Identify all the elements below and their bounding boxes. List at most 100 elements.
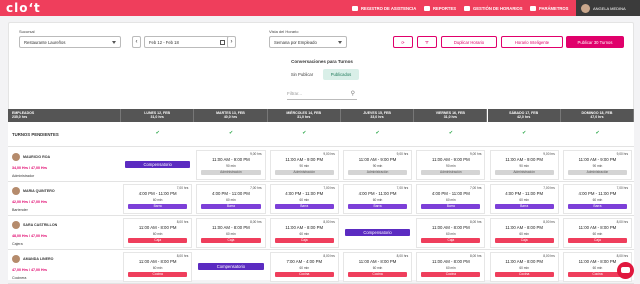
comp-badge[interactable]: Compensatorio xyxy=(198,263,264,270)
day-header[interactable]: LUNES 12, FEB 31,0 hrs xyxy=(121,109,195,122)
chevron-down-icon xyxy=(112,41,116,44)
shift-area-tag: Barra xyxy=(421,204,481,209)
nav-attendance[interactable]: REGISTRO DE ASISTENCIA xyxy=(352,0,416,16)
shift-card[interactable]: 7,00 hrs 4:00 PM - 11:00 PM 60 min Barra xyxy=(269,184,339,214)
chart-icon xyxy=(424,5,430,11)
shift-area-tag: Administración xyxy=(201,170,261,175)
avatar xyxy=(12,221,20,229)
shift-hours: 7,00 hrs xyxy=(176,186,189,190)
app-logo[interactable]: clo‘t xyxy=(6,1,41,15)
shift-area-tag: Caja xyxy=(567,238,628,243)
day-header[interactable]: MARTES 13, FEB 40,0 hrs xyxy=(194,109,268,122)
employee-role: Cocinera xyxy=(12,276,27,280)
shift-card[interactable]: 8,00 hrs 11:00 AM - 8:00 PM 60 min Cocina xyxy=(123,252,193,282)
shift-time: 7:00 AM - 4:00 PM xyxy=(286,259,323,264)
comp-badge[interactable]: Compensatorio xyxy=(344,229,411,236)
day-hours: 42,0 hrs xyxy=(517,115,531,120)
duplicate-schedule-button[interactable]: Duplicar Horario xyxy=(441,36,497,48)
next-week-button[interactable]: › xyxy=(227,36,236,48)
shift-card[interactable]: 8,00 hrs 11:00 AM - 8:00 PM 60 min Caja xyxy=(489,218,559,248)
shift-time: 11:00 AM - 8:00 PM xyxy=(505,225,543,230)
shift-card[interactable]: 8,00 hrs 11:00 AM - 8:00 PM 60 min Caja xyxy=(416,218,486,248)
prev-week-button[interactable]: ‹ xyxy=(132,36,141,48)
shift-hours: 7,00 hrs xyxy=(323,186,335,190)
shift-hours: 8,00 hrs xyxy=(396,254,409,258)
shift-time: 11:00 AM - 9:00 PM xyxy=(578,157,617,162)
refresh-icon: ⟳ xyxy=(401,39,405,45)
shift-break: 60 min xyxy=(372,266,383,270)
shift-card[interactable]: 8,00 hrs 11:00 AM - 8:00 PM 60 min Cocina xyxy=(416,252,486,282)
tab-published[interactable]: Publicados xyxy=(323,69,359,80)
shift-break: 60 min xyxy=(519,232,529,236)
nav-parameters[interactable]: PARÁMETROS xyxy=(530,0,568,16)
shift-hours: 9,00 hrs xyxy=(323,152,335,156)
search-placeholder: Filtrar... xyxy=(287,91,303,96)
day-header[interactable]: JUEVES 15, FEB 33,0 hrs xyxy=(340,109,415,122)
refresh-button[interactable]: ⟳ xyxy=(393,36,413,48)
shift-area-tag: Administración xyxy=(421,170,481,175)
employee-row: SARA CASTRILLON 48,00 Hrs / 47,00 Hrs Caje… xyxy=(8,216,634,250)
publish-shifts-button[interactable]: Publicar 30 Turnos xyxy=(566,36,624,48)
employee-info[interactable]: MAURICIO ROA 34,00 Hrs / 47,00 Hrs Adminis… xyxy=(12,153,112,181)
avatar xyxy=(12,153,20,161)
employee-row: AMANDA LINERO 47,00 Hrs / 47,00 Hrs Cocine… xyxy=(8,250,634,284)
check-icon: ✔ xyxy=(155,130,160,136)
calendar-icon xyxy=(220,40,225,45)
filter-search[interactable]: Filtrar... ⚲ xyxy=(287,88,357,100)
shift-card[interactable]: 9,00 hrs 11:00 AM - 9:00 PM 90 min Administ… xyxy=(342,150,413,180)
shift-time: 11:00 AM - 9:00 PM xyxy=(505,157,543,162)
shift-time: 11:00 AM - 9:00 PM xyxy=(212,157,250,162)
shift-card[interactable]: 8,00 hrs 11:00 AM - 8:00 PM 60 min Caja xyxy=(269,218,339,248)
shift-card[interactable]: 9,00 hrs 11:00 AM - 9:00 PM 90 min Administ… xyxy=(269,150,339,180)
comp-badge[interactable]: Compensatorio xyxy=(125,161,191,168)
branch-value: Restaurante Laureños xyxy=(24,39,66,45)
shift-card[interactable]: 8,00 hrs 11:00 AM - 8:00 PM 60 min Caja xyxy=(196,218,266,248)
user-menu[interactable]: ANGELA MEDINA xyxy=(576,0,640,16)
day-header[interactable]: MIÉRCOLES 14, FEB 31,0 hrs xyxy=(267,109,341,122)
smart-schedule-button[interactable]: Horario Inteligente xyxy=(501,36,563,48)
shift-card[interactable]: 9,00 hrs 11:00 AM - 9:00 PM 90 min Administ… xyxy=(489,150,559,180)
branch-select[interactable]: Restaurante Laureños xyxy=(19,36,121,48)
shift-card[interactable]: 7,00 hrs 4:00 PM - 11:00 PM 60 min Barra xyxy=(489,184,559,214)
date-range-picker[interactable]: Feb 12 - Feb 18 xyxy=(144,36,230,48)
filter-button[interactable]: ⛛ xyxy=(417,36,437,48)
shift-hours: 7,00 hrs xyxy=(250,186,262,190)
day-header[interactable]: SÁBADO 17, FEB 42,0 hrs xyxy=(487,109,561,122)
nav-schedules[interactable]: GESTIÓN DE HORARIOS xyxy=(464,0,523,16)
day-hours: 31,0 hrs xyxy=(443,115,457,120)
shift-hours: 8,00 hrs xyxy=(616,254,629,258)
shift-card[interactable]: 7,00 hrs 4:00 PM - 11:00 PM 60 min Barra xyxy=(562,184,633,214)
nav-label: REPORTES xyxy=(433,5,457,11)
view-select[interactable]: Semana por Empleado xyxy=(269,36,347,48)
employee-info[interactable]: SARA CASTRILLON 48,00 Hrs / 47,00 Hrs Caje… xyxy=(12,221,112,249)
shift-card[interactable]: 9,00 hrs 11:00 AM - 9:00 PM 90 min Administ… xyxy=(196,150,266,180)
view-value: Semana por Empleado xyxy=(274,39,317,45)
day-header[interactable]: VIERNES 16, FEB 31,0 hrs xyxy=(414,109,488,122)
shift-card[interactable]: 7,00 hrs 4:00 PM - 11:00 PM 60 min Barra xyxy=(196,184,266,214)
shift-area-tag: Cocina xyxy=(421,272,481,277)
tab-unpublished[interactable]: Sin Publicar xyxy=(283,69,321,80)
shift-time: 4:00 PM - 11:00 PM xyxy=(358,191,397,196)
shift-card[interactable]: 7,00 hrs 4:00 PM - 11:00 PM 60 min Barra xyxy=(416,184,486,214)
shift-time: 11:00 AM - 8:00 PM xyxy=(138,259,177,264)
shift-card[interactable]: 8,00 hrs 7:00 AM - 4:00 PM 60 min Cocina xyxy=(269,252,339,282)
shift-card[interactable]: 8,00 hrs 11:00 AM - 8:00 PM 60 min Caja xyxy=(562,218,633,248)
shift-break: 60 min xyxy=(519,266,529,270)
shift-break: 60 min xyxy=(226,198,236,202)
chat-button[interactable] xyxy=(617,262,634,279)
shift-card[interactable]: 8,00 hrs 11:00 AM - 8:00 PM 60 min Caja xyxy=(123,218,193,248)
day-header[interactable]: DOMINGO 18, FEB 47,0 hrs xyxy=(560,109,635,122)
shift-card[interactable]: 7,00 hrs 4:00 PM - 11:00 PM 60 min Barra xyxy=(342,184,413,214)
shift-card[interactable]: 8,00 hrs 11:00 AM - 8:00 PM 60 min Cocina xyxy=(489,252,559,282)
shift-break: 60 min xyxy=(299,198,310,202)
nav-reports[interactable]: REPORTES xyxy=(424,0,456,16)
shift-card[interactable]: 9,00 hrs 11:00 AM - 9:00 PM 90 min Administ… xyxy=(416,150,486,180)
shift-card[interactable]: 7,00 hrs 4:00 PM - 11:00 PM 60 min Barra xyxy=(123,184,193,214)
nav-label: GESTIÓN DE HORARIOS xyxy=(473,5,523,11)
shift-card[interactable]: 9,00 hrs 11:00 AM - 9:00 PM 90 min Administ… xyxy=(562,150,633,180)
shift-card[interactable]: 8,00 hrs 11:00 AM - 8:00 PM 60 min Cocina xyxy=(342,252,413,282)
employee-info[interactable]: MARIA QUINTERO 42,00 Hrs / 47,00 Hrs Barte… xyxy=(12,187,112,215)
shift-time: 11:00 AM - 8:00 PM xyxy=(578,225,617,230)
employee-info[interactable]: AMANDA LINERO 47,00 Hrs / 47,00 Hrs Cocine… xyxy=(12,255,112,283)
shift-hours: 9,00 hrs xyxy=(543,152,555,156)
